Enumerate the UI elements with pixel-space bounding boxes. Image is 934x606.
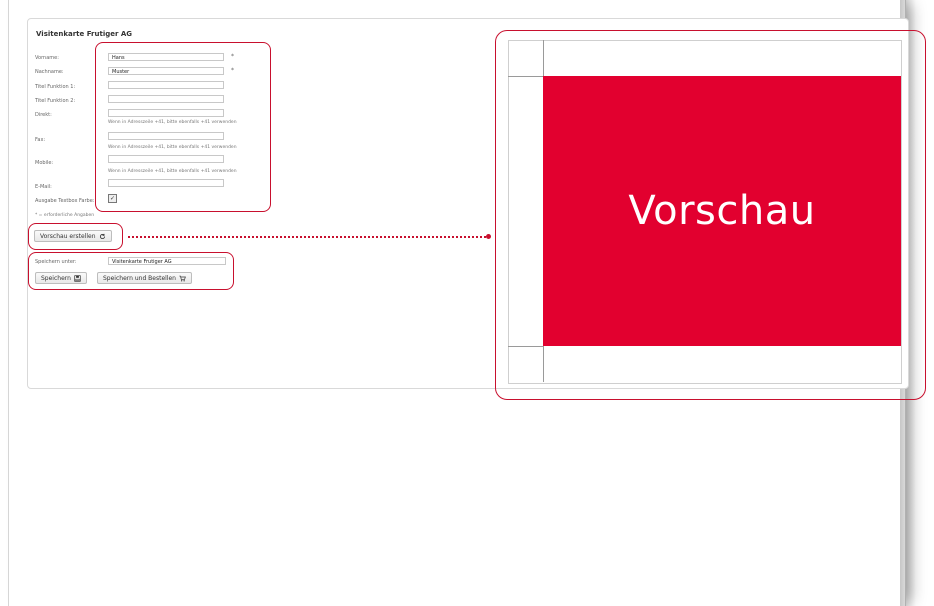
save-button[interactable]: Speichern: [35, 272, 87, 284]
crop-mark: [543, 346, 544, 382]
preview-button[interactable]: Vorschau erstellen: [34, 230, 112, 242]
form-title: Visitenkarte Frutiger AG: [36, 30, 133, 38]
label-email: E-Mail:: [35, 184, 52, 190]
required-marker: *: [231, 53, 234, 60]
phone-hint: Wenn in Adresszeile +41, bitte ebenfalls…: [108, 120, 237, 125]
required-note: * = erforderliche Angaben: [35, 213, 95, 218]
label-vorname: Vorname:: [35, 55, 59, 61]
preview-card-text: Vorschau: [628, 188, 816, 234]
phone-hint: Wenn in Adresszeile +41, bitte ebenfalls…: [108, 169, 237, 174]
textbox-farbe-checkbox[interactable]: ✓: [108, 194, 117, 203]
vorname-input[interactable]: Hans: [108, 53, 224, 61]
save-button-label: Speichern: [41, 274, 71, 282]
direkt-input[interactable]: [108, 109, 224, 117]
floppy-disk-icon: [74, 274, 81, 282]
business-card-preview: Vorschau: [543, 76, 901, 346]
shopping-cart-icon: [179, 275, 186, 281]
connector-dotted-line: [128, 236, 490, 238]
titel-funktion-1-input[interactable]: [108, 81, 224, 89]
label-mobile: Mobile:: [35, 160, 54, 166]
phone-hint: Wenn in Adresszeile +41, bitte ebenfalls…: [108, 145, 237, 150]
connector-dot: [486, 234, 491, 239]
required-marker: *: [231, 67, 234, 74]
label-titel-1: Titel Funktion 1:: [35, 84, 76, 90]
label-textbox-farbe: Ausgabe Textbox Farbe:: [35, 198, 95, 204]
crop-mark: [508, 346, 543, 347]
crop-mark: [508, 76, 543, 77]
nachname-input[interactable]: Muster: [108, 67, 224, 75]
refresh-icon: [99, 233, 105, 239]
label-save-as: Speichern unter:: [35, 259, 77, 265]
preview-button-label: Vorschau erstellen: [40, 232, 96, 240]
save-and-order-button-label: Speichern und Bestellen: [103, 274, 176, 282]
label-titel-2: Titel Funktion 2:: [35, 98, 76, 104]
save-as-input[interactable]: Visitenkarte Frutiger AG: [108, 257, 226, 265]
label-direkt: Direkt:: [35, 112, 52, 118]
titel-funktion-2-input[interactable]: [108, 95, 224, 103]
label-fax: Fax:: [35, 137, 46, 143]
save-and-order-button[interactable]: Speichern und Bestellen: [97, 272, 192, 284]
label-nachname: Nachname:: [35, 69, 64, 75]
crop-mark: [543, 40, 544, 76]
fax-input[interactable]: [108, 132, 224, 140]
mobile-input[interactable]: [108, 155, 224, 163]
email-input[interactable]: [108, 179, 224, 187]
